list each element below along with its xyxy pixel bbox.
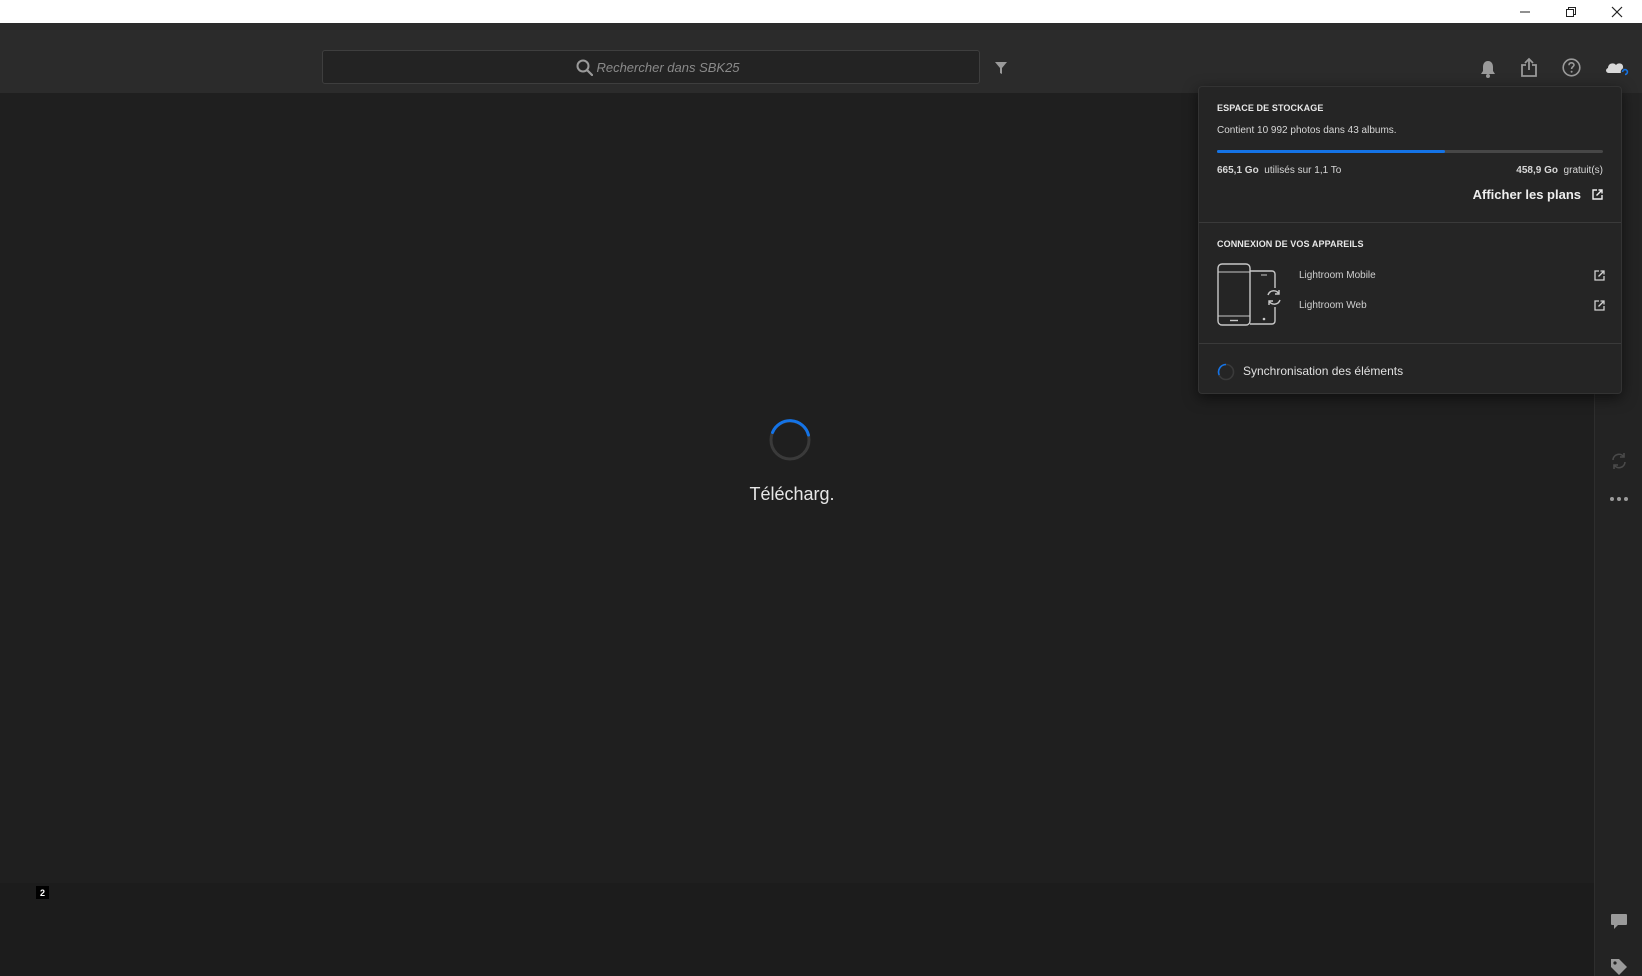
external-link-icon[interactable]: [1594, 270, 1605, 281]
help-icon[interactable]: [1562, 58, 1581, 77]
window-titlebar: [0, 0, 1642, 23]
storage-free-value: 458,9 Go: [1516, 165, 1558, 176]
filmstrip-area: [0, 883, 1594, 976]
cloud-sync-icon[interactable]: [1604, 58, 1632, 78]
section-divider: [1199, 222, 1621, 223]
loading-spinner: [769, 419, 811, 461]
lightroom-web-label: Lightroom Web: [1299, 300, 1367, 311]
top-toolbar: [0, 23, 1642, 93]
more-options-icon[interactable]: [1609, 496, 1629, 502]
storage-title: ESPACE DE STOCKAGE: [1217, 103, 1324, 113]
loading-label: Télécharg.: [749, 484, 835, 504]
storage-used-suffix: utilisés sur 1,1 To: [1264, 165, 1342, 176]
close-icon: [1611, 6, 1622, 17]
storage-progress-fill: [1217, 150, 1445, 153]
share-icon[interactable]: [1520, 57, 1538, 77]
storage-used-value: 665,1 Go: [1217, 165, 1259, 176]
lightroom-mobile-label: Lightroom Mobile: [1299, 270, 1376, 281]
lightroom-web-link[interactable]: Lightroom Web: [1299, 297, 1605, 317]
minimize-button[interactable]: [1502, 0, 1547, 23]
devices-title: CONNEXION DE VOS APPAREILS: [1217, 239, 1364, 249]
storage-free-suffix: gratuit(s): [1563, 165, 1603, 176]
sync-refresh-icon[interactable]: [1609, 451, 1629, 471]
search-box[interactable]: [322, 50, 980, 84]
bell-icon[interactable]: [1480, 60, 1496, 78]
lightroom-mobile-link[interactable]: Lightroom Mobile: [1299, 267, 1605, 287]
view-plans-link[interactable]: Afficher les plans: [1473, 187, 1581, 202]
storage-free: 458,9 Go gratuit(s): [1516, 165, 1603, 176]
restore-icon: [1565, 6, 1576, 17]
search-input[interactable]: [323, 51, 979, 83]
sync-status-label: Synchronisation des éléments: [1243, 364, 1404, 378]
storage-used: 665,1 Go utilisés sur 1,1 To: [1217, 165, 1341, 176]
restore-button[interactable]: [1548, 0, 1593, 23]
minimize-icon: [1519, 11, 1530, 12]
comment-icon[interactable]: [1610, 913, 1628, 930]
count-badge: 2: [36, 886, 49, 899]
close-button[interactable]: [1594, 0, 1639, 23]
devices-illustration-icon: [1217, 263, 1281, 326]
external-link-icon[interactable]: [1592, 189, 1603, 200]
filter-icon[interactable]: [994, 61, 1008, 75]
cloud-storage-popover: ESPACE DE STOCKAGE Contient 10 992 photo…: [1198, 86, 1622, 394]
section-divider: [1199, 343, 1621, 344]
sync-progress-icon: [1217, 363, 1235, 381]
sync-status-row: Synchronisation des éléments: [1217, 361, 1597, 381]
storage-progress-bar: [1217, 150, 1603, 153]
tag-icon[interactable]: [1610, 958, 1628, 976]
storage-summary: Contient 10 992 photos dans 43 albums.: [1217, 125, 1397, 136]
external-link-icon[interactable]: [1594, 300, 1605, 311]
